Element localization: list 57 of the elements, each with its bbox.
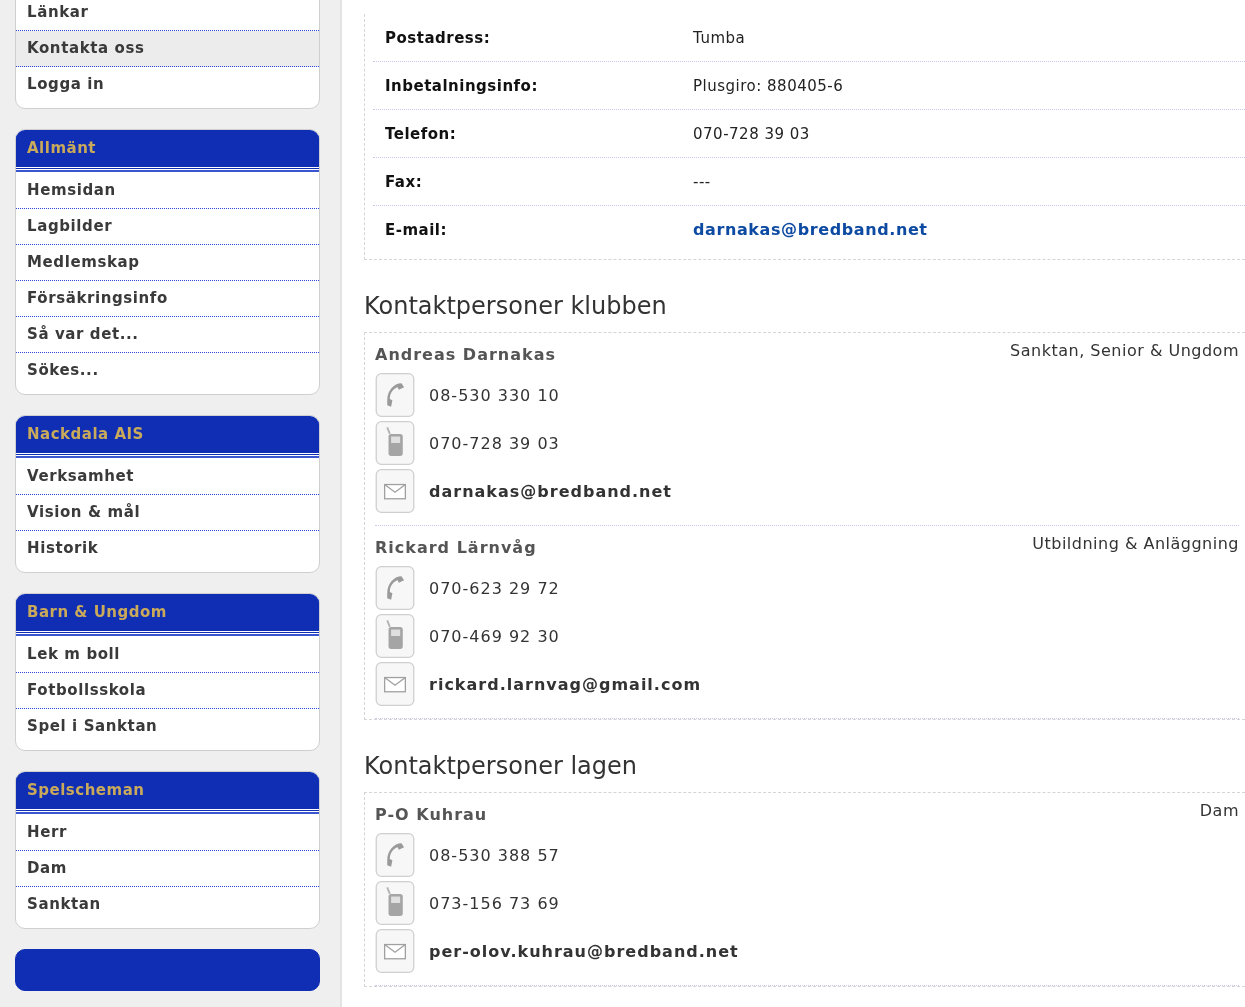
field-label: Telefon:	[384, 124, 458, 143]
mobile-phone-icon	[373, 881, 417, 925]
field-label: Fax:	[384, 172, 424, 191]
section-heading: Kontaktpersoner klubben	[364, 292, 668, 320]
contact-name: Andreas Darnakas	[375, 345, 556, 366]
contact-role: Dam	[1199, 801, 1239, 822]
menu-item[interactable]: Vision & mål	[16, 495, 319, 531]
phone-number: 070-469 92 30	[429, 626, 560, 646]
phone-number: 070-623 29 72	[429, 578, 560, 598]
envelope-icon	[373, 662, 417, 706]
phone-number: 073-156 73 69	[429, 893, 560, 913]
menu-item[interactable]: Verksamhet	[16, 459, 319, 495]
menu-item[interactable]: Dam	[16, 851, 319, 887]
field-value: 070-728 39 03	[693, 124, 810, 143]
email-link[interactable]: rickard.larnvag@gmail.com	[429, 674, 702, 694]
menu-item[interactable]: Sökes...	[16, 353, 319, 388]
mobile-phone-icon	[373, 421, 417, 465]
envelope-icon	[373, 929, 417, 973]
phone-number: 070-728 39 03	[429, 433, 560, 453]
field-value: Tumba	[693, 28, 746, 47]
menu-item[interactable]: Historik	[16, 531, 319, 566]
menu-item[interactable]: Lagbilder	[16, 209, 319, 245]
menu-item[interactable]: Försäkringsinfo	[16, 281, 319, 317]
phone-icon	[373, 566, 417, 610]
menu-header: Barn & Ungdom	[16, 594, 319, 634]
menu-item[interactable]: Logga in	[16, 67, 319, 102]
contact-name: Rickard Lärnvåg	[375, 538, 537, 559]
envelope-icon	[373, 469, 417, 513]
menu-item[interactable]: Kontakta oss	[16, 31, 319, 67]
menu-item[interactable]: Sanktan	[16, 887, 319, 922]
section-heading: Kontaktpersoner lagen	[364, 752, 638, 780]
phone-number: 08-530 330 10	[429, 385, 560, 405]
phone-icon	[373, 373, 417, 417]
contact-name: P-O Kuhrau	[375, 805, 488, 826]
email-link[interactable]: per-olov.kuhrau@bredband.net	[429, 941, 739, 961]
menu-item[interactable]: Så var det...	[16, 317, 319, 353]
contact-role: Utbildning & Anläggning	[1032, 534, 1239, 555]
menu-item[interactable]: Hemsidan	[16, 173, 319, 209]
field-value: Plusgiro: 880405-6	[693, 76, 844, 95]
menu-header: Nackdala AIS	[16, 416, 319, 456]
field-value: ---	[693, 172, 711, 191]
menu-item[interactable]: Medlemskap	[16, 245, 319, 281]
field-label: Inbetalningsinfo:	[384, 76, 539, 95]
mobile-phone-icon	[373, 614, 417, 658]
email-link[interactable]: darnakas@bredband.net	[693, 220, 928, 239]
menu-item[interactable]: Spel i Sanktan	[16, 709, 319, 744]
contact-role: Sanktan, Senior & Ungdom	[1010, 341, 1239, 362]
menu-header: Allmänt	[16, 130, 319, 170]
field-label: Postadress:	[384, 28, 492, 47]
phone-number: 08-530 388 57	[429, 845, 560, 865]
menu-item[interactable]: Lek m boll	[16, 637, 319, 673]
phone-icon	[373, 833, 417, 877]
menu-item[interactable]: Fotbollsskola	[16, 673, 319, 709]
menu-header: Spelscheman	[16, 772, 319, 812]
menu-item[interactable]: Herr	[16, 815, 319, 851]
field-label: E-mail:	[384, 220, 448, 239]
email-link[interactable]: darnakas@bredband.net	[429, 481, 672, 501]
